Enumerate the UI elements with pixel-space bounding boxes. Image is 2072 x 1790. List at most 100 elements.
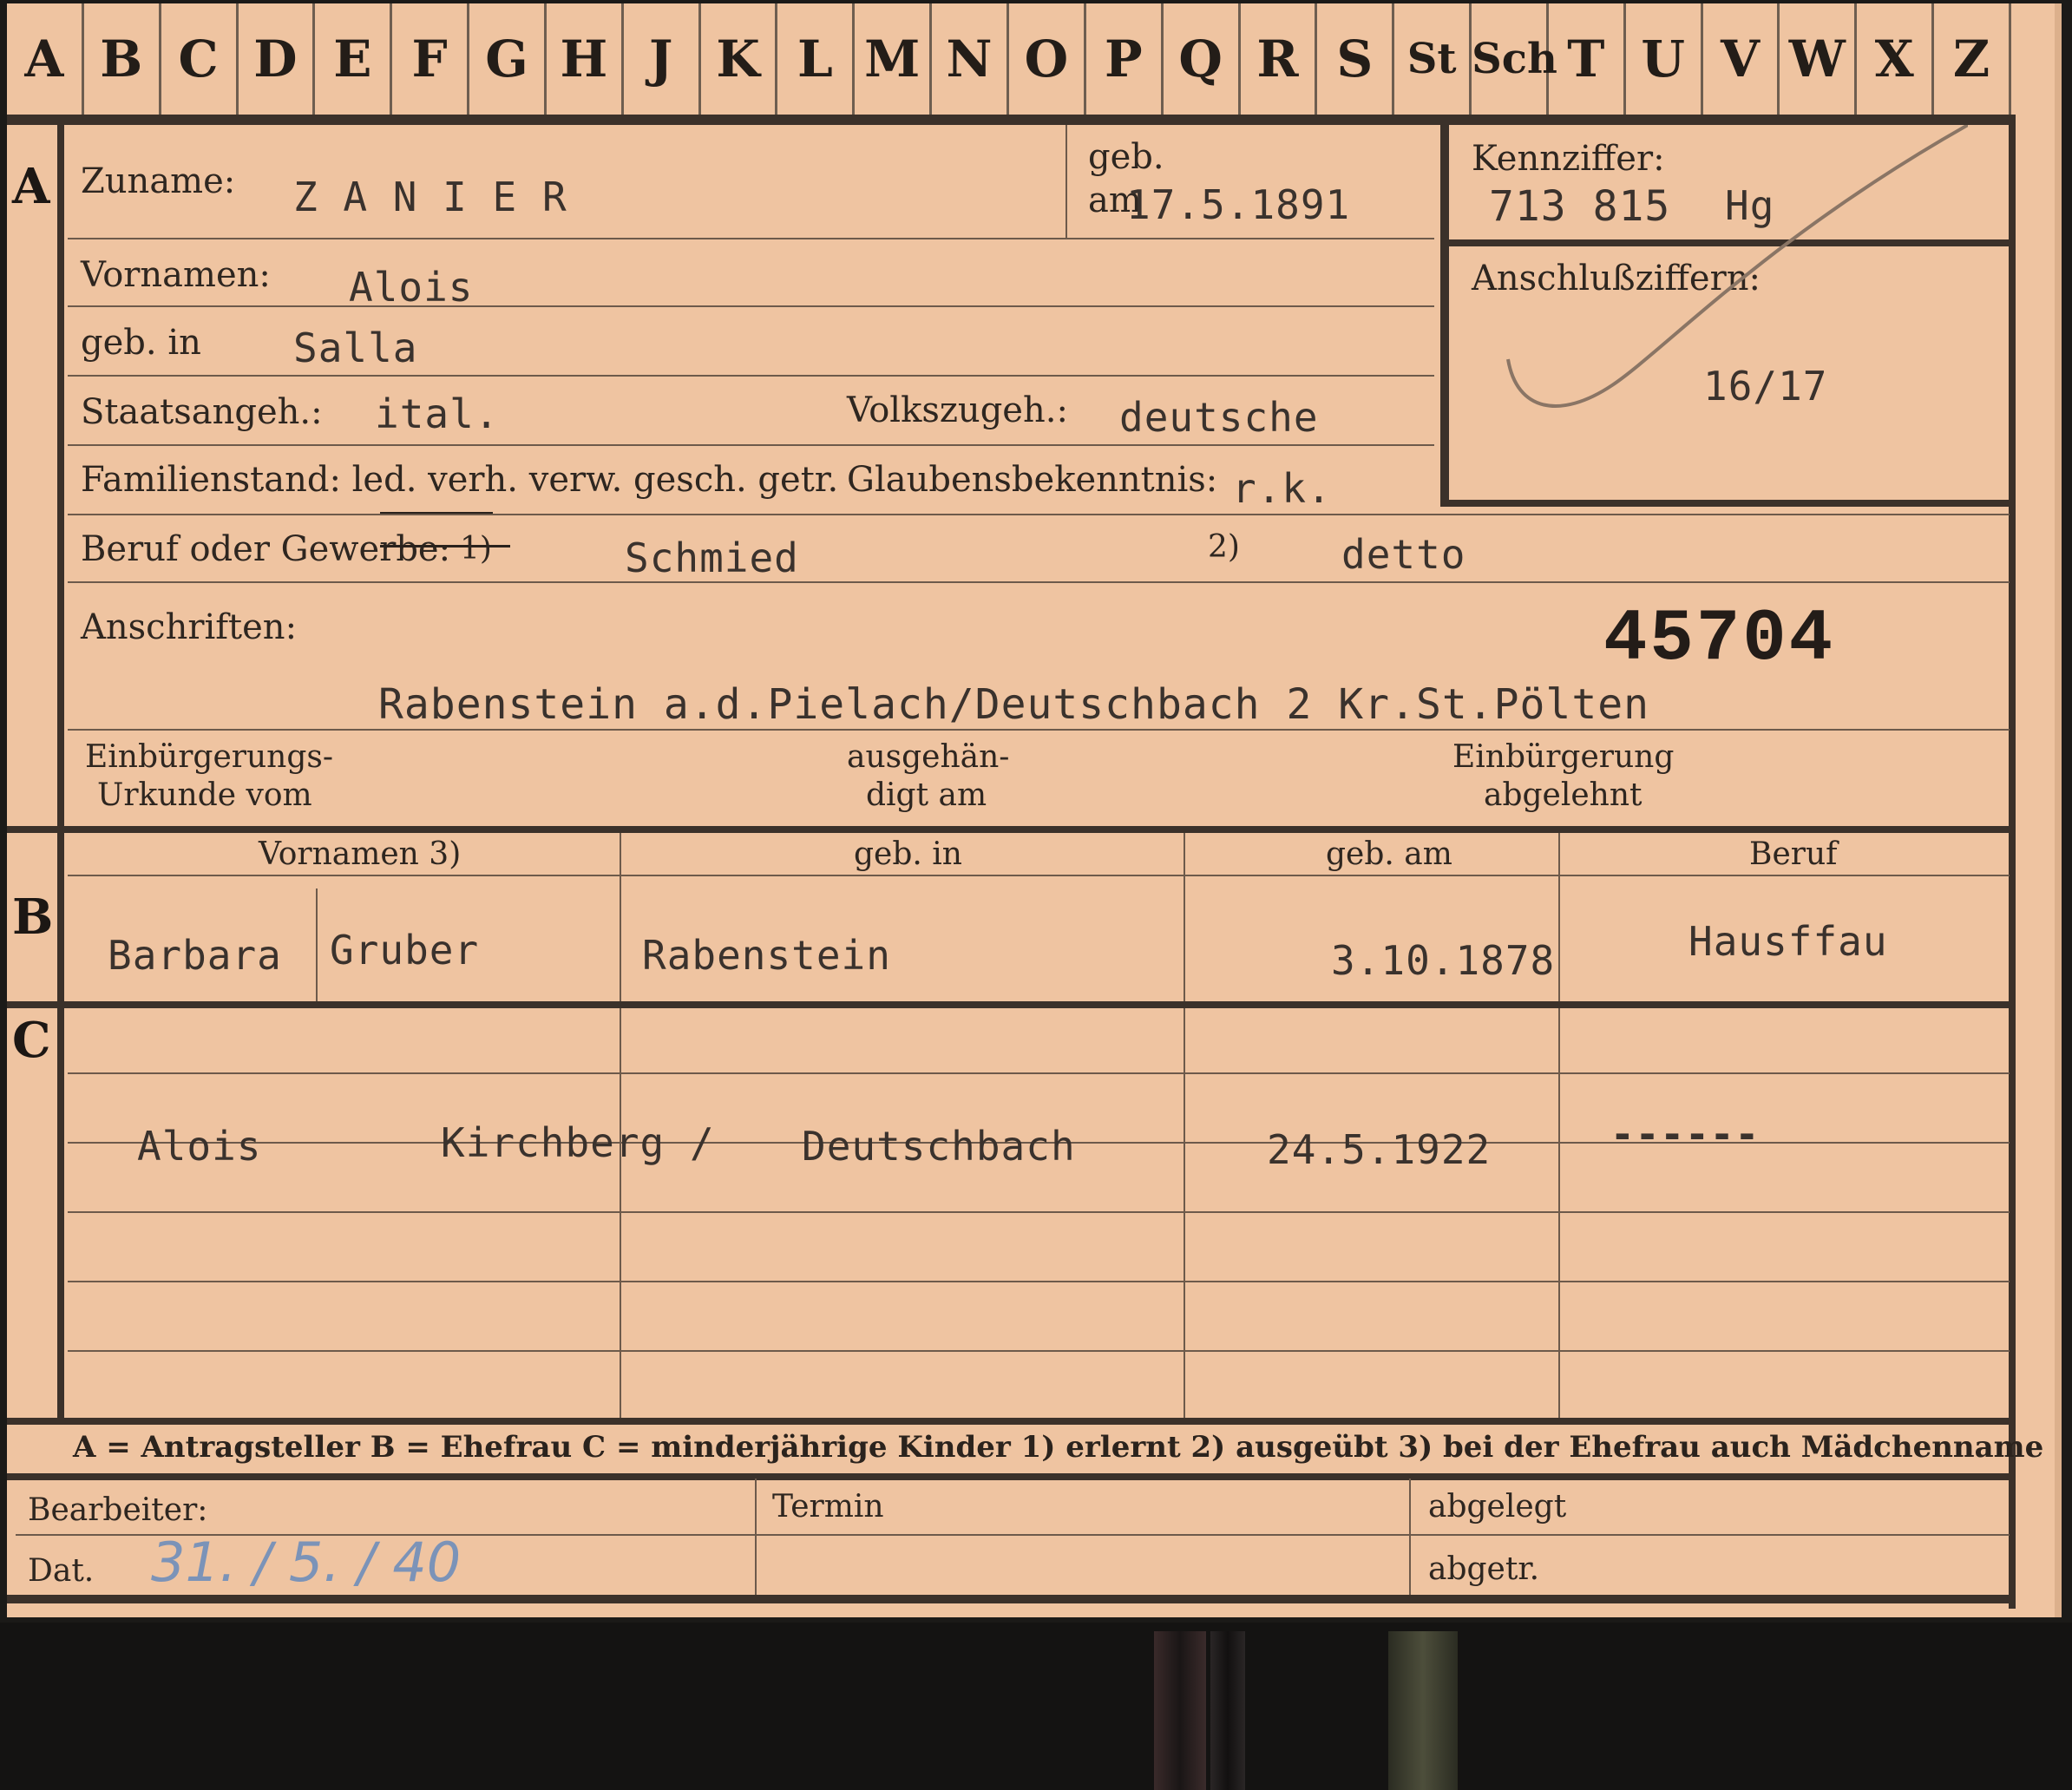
child-birthplace: Deutschbach xyxy=(802,1123,1076,1170)
divider xyxy=(7,1595,2016,1603)
divider xyxy=(68,444,1434,446)
address-value: Rabenstein a.d.Pielach/Deutschbach 2 Kr.… xyxy=(378,680,1650,729)
occupation-label: Beruf oder Gewerbe: xyxy=(81,529,451,569)
divider xyxy=(68,514,2010,515)
index-tab: X xyxy=(1857,3,1935,115)
divider xyxy=(1409,1479,1411,1595)
divider xyxy=(2009,125,2016,1609)
divider xyxy=(68,1211,2010,1213)
issued-on-label: ausgehän- xyxy=(847,739,1010,775)
alphabet-index-row: A B C D E F G H J K L M N O P Q R S St Sch T U V W X Z xyxy=(7,3,2011,115)
first-names-label: Vornamen: xyxy=(81,255,271,295)
divider xyxy=(1558,833,1560,1003)
occupation-learned-value: Schmied xyxy=(625,534,799,581)
index-tab: Q xyxy=(1164,3,1241,115)
index-tab: B xyxy=(84,3,161,115)
ethnicity-label: Volkszugeh.: xyxy=(847,390,1068,430)
naturalization-rejected-label: abgelehnt xyxy=(1484,777,1643,813)
section-a-marker: A xyxy=(12,158,50,215)
pencil-check-mark xyxy=(1506,125,1968,408)
binder-clip xyxy=(1388,1631,1458,1790)
child-birth-date: 24.5.1922 xyxy=(1267,1126,1492,1173)
binder-clip xyxy=(1154,1631,1206,1790)
index-tab: G xyxy=(469,3,547,115)
index-tab: M xyxy=(855,3,933,115)
index-tab: T xyxy=(1549,3,1626,115)
index-tab: D xyxy=(239,3,316,115)
index-tab: V xyxy=(1703,3,1780,115)
index-tab: J xyxy=(624,3,701,115)
divider xyxy=(1066,125,1067,238)
marital-status-label: Familienstand: led. verh. verw. gesch. g… xyxy=(81,460,839,500)
divider xyxy=(68,1072,2010,1074)
legend-text: A = Antragsteller B = Ehefrau C = minder… xyxy=(73,1430,2044,1465)
divider xyxy=(1440,125,1449,507)
section-b-marker: B xyxy=(12,888,54,946)
wife-birth-date-header: geb. am xyxy=(1326,836,1452,872)
wife-birthplace: Rabenstein xyxy=(642,932,891,979)
divider xyxy=(68,1350,2010,1352)
wife-birth-date: 3.10.1878 xyxy=(1331,937,1556,984)
wife-occupation-header: Beruf xyxy=(1749,836,1838,872)
ethnicity-value: deutsche xyxy=(1119,394,1319,441)
first-names-value: Alois xyxy=(349,264,474,311)
index-tab: A xyxy=(7,3,84,115)
child-occupation: ------ xyxy=(1610,1111,1761,1157)
born-date-value: 17.5.1891 xyxy=(1126,181,1351,228)
index-tab: O xyxy=(1009,3,1086,115)
removed-label: abgetr. xyxy=(1428,1551,1540,1587)
birthplace-label: geb. in xyxy=(81,323,201,363)
index-tab: F xyxy=(392,3,470,115)
issued-on-label: digt am xyxy=(866,777,987,813)
naturalization-certificate-label: Einbürgerungs- xyxy=(85,739,334,775)
divider xyxy=(620,1008,621,1418)
naturalization-rejected-label: Einbürgerung xyxy=(1452,739,1675,775)
index-tab: R xyxy=(1241,3,1318,115)
index-tab: S xyxy=(1317,3,1395,115)
divider xyxy=(68,238,1434,239)
divider xyxy=(1184,1008,1185,1418)
divider xyxy=(7,1473,2016,1480)
child-birthplace: Kirchberg / xyxy=(441,1119,715,1166)
file-number-stamp: 45704 xyxy=(1603,599,1836,681)
divider xyxy=(57,1008,64,1418)
clerk-label: Bearbeiter: xyxy=(28,1492,208,1528)
occupation-practised-value: detto xyxy=(1341,531,1466,578)
divider xyxy=(620,833,621,1003)
index-tab: C xyxy=(161,3,239,115)
divider xyxy=(68,375,1434,377)
religion-label: Glaubensbekenntnis: xyxy=(847,460,1218,500)
divider xyxy=(1440,500,2010,507)
registration-card: A B C D E F G H J K L M N O P Q R S St Sch T U V W X Z A Zuname: … xyxy=(7,3,2062,1617)
divider xyxy=(57,125,64,826)
deadline-label: Termin xyxy=(772,1489,884,1524)
date-label: Dat. xyxy=(28,1553,95,1589)
handwritten-date: 31. / 5. / 40 xyxy=(151,1531,462,1594)
naturalization-certificate-label: Urkunde vom xyxy=(97,777,312,813)
index-tab: L xyxy=(777,3,856,115)
divider xyxy=(68,581,2010,583)
child-first-name: Alois xyxy=(137,1123,262,1170)
wife-occupation: Hausffau xyxy=(1688,918,1888,965)
wife-maiden-name: Gruber xyxy=(330,927,480,974)
divider xyxy=(68,1281,2010,1282)
born-date-label-geb: geb. xyxy=(1088,137,1164,177)
binder-clip xyxy=(1210,1631,1245,1790)
wife-birthplace-header: geb. in xyxy=(854,836,962,872)
divider xyxy=(7,1418,2016,1425)
divider xyxy=(7,826,2016,833)
wife-first-name: Barbara xyxy=(108,932,282,979)
index-tab: Z xyxy=(1934,3,2011,115)
citizenship-label: Staatsangeh.: xyxy=(81,392,323,432)
index-tab: Sch xyxy=(1472,3,1557,115)
divider xyxy=(68,729,2010,731)
occupation-footnote-2: 2) xyxy=(1208,529,1240,565)
index-tab: H xyxy=(547,3,624,115)
index-tab: P xyxy=(1086,3,1164,115)
address-label: Anschriften: xyxy=(81,607,298,647)
index-tab: W xyxy=(1780,3,1858,115)
divider xyxy=(68,305,1434,307)
index-tab: St xyxy=(1394,3,1472,115)
divider xyxy=(68,875,2010,876)
divider xyxy=(7,1001,2016,1008)
